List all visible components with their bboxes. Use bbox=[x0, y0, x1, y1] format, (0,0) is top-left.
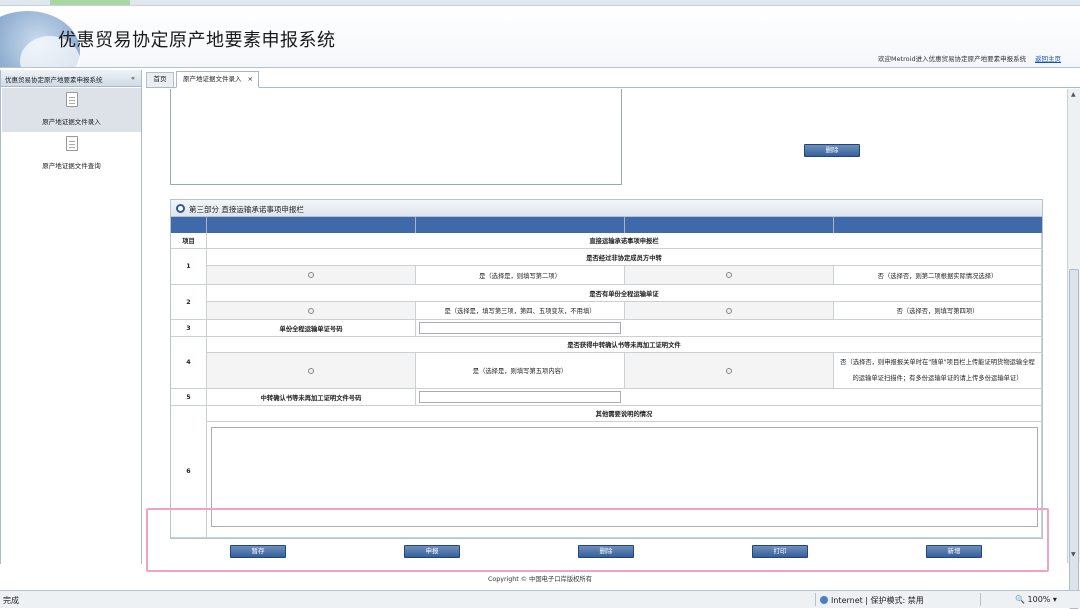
col-item-header: 项目 bbox=[171, 233, 207, 249]
section-direct-transport: 第三部分 直接运输承诺事项申报栏 项目 直接运输承诺事项申报栏 1 是否经过非协… bbox=[170, 199, 1043, 539]
tab-entry[interactable]: 原产地证据文件录入 × bbox=[176, 71, 259, 88]
collapse-icon[interactable]: « bbox=[131, 74, 135, 82]
row-number: 2 bbox=[171, 285, 207, 320]
row1-radio-yes-cell bbox=[207, 266, 416, 285]
row4-question: 是否获得中转确认书等未再加工证明文件 bbox=[207, 337, 1042, 353]
browser-tab[interactable] bbox=[50, 0, 130, 5]
app-title: 优惠贸易协定原产地要素申报系统 bbox=[58, 30, 336, 51]
document-icon bbox=[66, 136, 78, 151]
row1-no-label: 否（选择否，则第二项根据实际情况选择） bbox=[834, 266, 1042, 285]
scroll-up-icon[interactable]: ▲ bbox=[1071, 91, 1076, 98]
row2-radio-yes-cell bbox=[207, 302, 416, 320]
vertical-scrollbar[interactable]: ▲ ▼ bbox=[1067, 89, 1080, 609]
row2-yes-label: 是（选择是，填写第三项，第四、五项变灰，不用填） bbox=[416, 302, 625, 320]
row6-label: 其他需要说明的情况 bbox=[207, 406, 1042, 422]
row-number: 4 bbox=[171, 337, 207, 389]
zone-text: Internet | 保护模式: 禁用 bbox=[831, 596, 924, 605]
radio-yes[interactable] bbox=[308, 367, 314, 374]
row3-label: 单份全程运输单证号码 bbox=[207, 320, 416, 337]
close-icon[interactable]: × bbox=[248, 72, 253, 86]
security-zone[interactable]: Internet | 保护模式: 禁用 bbox=[820, 595, 924, 606]
globe-icon bbox=[820, 596, 828, 604]
status-text: 完成 bbox=[3, 596, 19, 605]
row4-no-label: 否（选择否，则申报报关单时在"随单"项目栏上传能证明货物运输全程 的运输单证扫描… bbox=[834, 353, 1042, 389]
row-number: 3 bbox=[171, 320, 207, 337]
scrollbar-thumb[interactable] bbox=[1069, 269, 1079, 609]
sidebar-title: 优惠贸易协定原产地要素申报系统 bbox=[5, 76, 103, 84]
status-bar: 完成 Internet | 保护模式: 禁用 🔍 100% ▾ bbox=[0, 590, 1080, 608]
document-icon bbox=[66, 92, 78, 107]
annotation-highlight-box bbox=[146, 508, 1049, 572]
row2-question: 是否有单份全程运输单证 bbox=[207, 285, 1042, 302]
scroll-down-icon[interactable]: ▼ bbox=[1071, 551, 1076, 558]
status-divider bbox=[815, 593, 816, 606]
upper-list-box bbox=[170, 89, 622, 185]
app-banner: 优惠贸易协定原产地要素申报系统 欢迎Metroid进入优惠贸易协定原产地要素申报… bbox=[0, 6, 1080, 68]
radio-no[interactable] bbox=[726, 272, 732, 278]
tab-bar: 首页 原产地证据文件录入 × bbox=[146, 70, 1080, 88]
row4-radio-yes-cell bbox=[207, 353, 416, 389]
sidebar-item-query[interactable]: 原产地证据文件查询 bbox=[2, 132, 141, 176]
sidebar-item-label: 原产地证据文件录入 bbox=[42, 118, 101, 126]
row4-yes-label: 是（选择是，则填写第五项内容） bbox=[416, 353, 625, 389]
row4-radio-no-cell bbox=[625, 353, 834, 389]
tab-home[interactable]: 首页 bbox=[146, 72, 174, 87]
section-header: 第三部分 直接运输承诺事项申报栏 bbox=[171, 200, 1042, 217]
upper-delete-button[interactable]: 删除 bbox=[804, 144, 860, 157]
sidebar-item-entry[interactable]: 原产地证据文件录入 bbox=[2, 88, 141, 132]
sidebar-item-label: 原产地证据文件查询 bbox=[42, 162, 101, 170]
row1-yes-label: 是（选择是，则填写第二项） bbox=[416, 266, 625, 285]
home-link[interactable]: 返回主页 bbox=[1035, 53, 1061, 63]
section-bullet-icon bbox=[176, 204, 185, 213]
col-main-header: 直接运输承诺事项申报栏 bbox=[207, 233, 1042, 249]
row2-radio-no-cell bbox=[625, 302, 834, 320]
radio-yes[interactable] bbox=[308, 272, 314, 278]
status-divider bbox=[980, 593, 981, 606]
row4-no-line2: 的运输单证扫描件；有多份运输单证的请上传多份运输单证） bbox=[852, 374, 1023, 382]
zoom-text: 100% bbox=[1027, 595, 1051, 604]
main-content: 删除 第三部分 直接运输承诺事项申报栏 项目 直接运输承诺事项申报栏 1 是否经… bbox=[146, 89, 1066, 563]
row1-radio-no-cell bbox=[625, 266, 834, 285]
welcome-text: 欢迎Metroid进入优惠贸易协定原产地要素申报系统 bbox=[878, 55, 1027, 63]
row5-label: 中转确认书等未再加工证明文件号码 bbox=[207, 389, 416, 406]
row2-no-label: 否（选择否，则填写第四项） bbox=[834, 302, 1042, 320]
sidebar-header: 优惠贸易协定原产地要素申报系统 « bbox=[1, 70, 141, 87]
row4-no-line1: 否（选择否，则申报报关单时在"随单"项目栏上传能证明货物运输全程 bbox=[840, 358, 1035, 366]
sidebar: 优惠贸易协定原产地要素申报系统 « 原产地证据文件录入 原产地证据文件查询 bbox=[0, 70, 142, 564]
section-title: 第三部分 直接运输承诺事项申报栏 bbox=[189, 205, 304, 214]
column-header-band bbox=[171, 217, 1042, 233]
transport-doc-number-input[interactable] bbox=[419, 322, 621, 334]
radio-yes[interactable] bbox=[308, 307, 314, 314]
radio-no[interactable] bbox=[726, 307, 732, 314]
radio-no[interactable] bbox=[726, 367, 732, 374]
row-number: 1 bbox=[171, 249, 207, 285]
zoom-level[interactable]: 🔍 100% ▾ bbox=[1015, 595, 1057, 604]
transit-certificate-number-input[interactable] bbox=[419, 391, 621, 403]
row-number: 5 bbox=[171, 389, 207, 406]
tab-entry-label: 原产地证据文件录入 bbox=[183, 75, 242, 83]
row1-question: 是否经过非协定成员方中转 bbox=[207, 249, 1042, 266]
copyright-text: Copyright © 中国电子口岸版权所有 bbox=[487, 576, 593, 583]
